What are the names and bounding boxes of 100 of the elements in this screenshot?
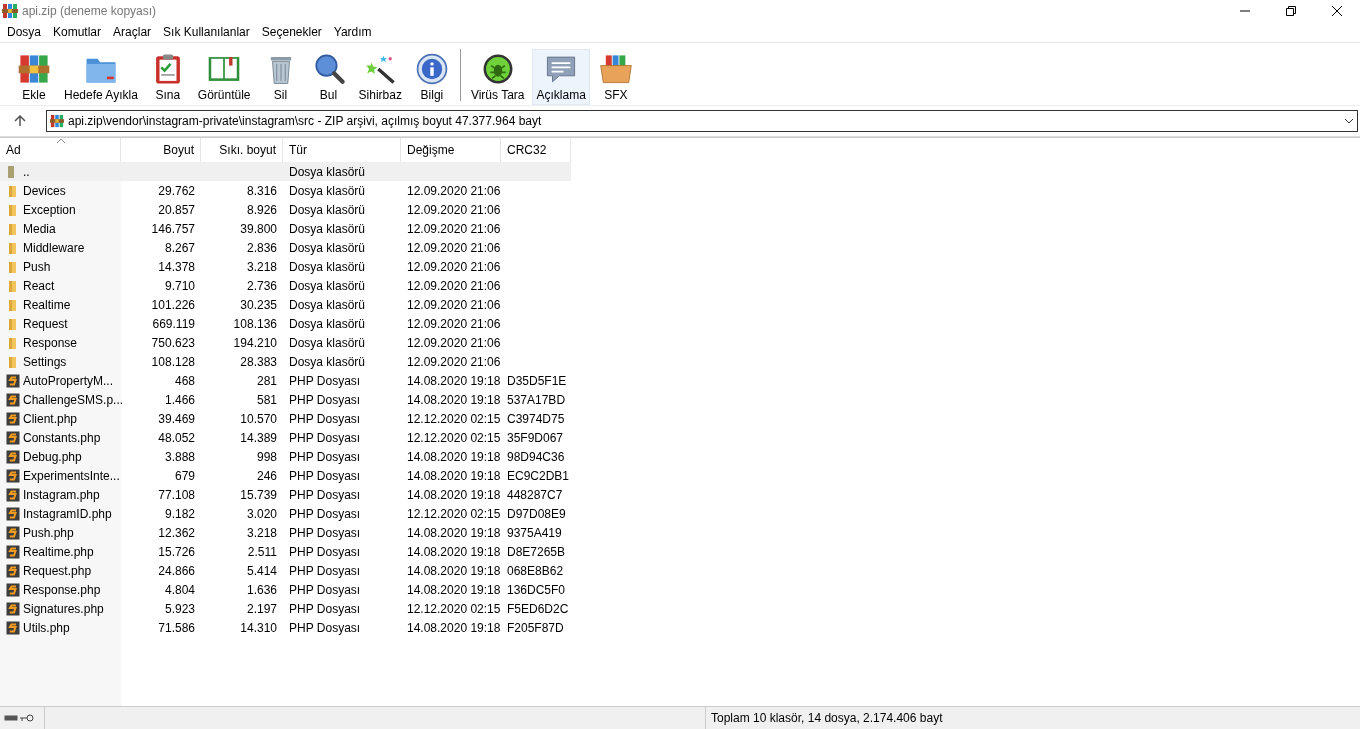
file-row[interactable]: Request 669.119 108.136 Dosya klasörü 12.09.2020 21:06 [0,314,571,333]
sort-icon [56,138,66,144]
table-cell: 14.378 [158,259,195,274]
file-row[interactable]: Response 750.623 194.210 Dosya klasörü 12.09.2020 21:06 [0,333,571,352]
toolbar-button[interactable]: Açıklama [532,49,590,105]
table-cell: 448287C7 [507,487,563,502]
file-row[interactable]: Debug.php 3.888 998 PHP Dosyası 14.08.2020 19:18 98D94C36 [0,447,571,466]
table-cell: 12.12.2020 02:15 [407,506,501,521]
toolbar-button[interactable]: Virüs Tara [466,49,529,105]
file-row[interactable]: Realtime.php 15.726 2.511 PHP Dosyası 14.08.2020 19:18 D8E7265B [0,542,571,561]
file-row[interactable]: ChallengeSMS.p... 1.466 581 PHP Dosyası 14.08.2020 19:18 537A17BD [0,390,571,409]
table-cell: PHP Dosyası [289,392,361,407]
toolbar-button[interactable]: Bilgi [409,49,454,105]
php-file-icon [6,620,20,635]
file-row[interactable]: Utils.php 71.586 14.310 PHP Dosyası 14.08.2020 19:18 F205F87D [0,618,571,637]
table-cell: 281 [256,373,277,388]
file-name: Realtime [23,297,71,312]
table-cell: 9.710 [164,278,195,293]
menu-item[interactable]: Araçlar [108,25,159,39]
php-file-icon [6,506,20,521]
file-name: Settings [23,354,67,369]
table-cell: PHP Dosyası [289,411,361,426]
php-file-icon [6,468,20,483]
file-row[interactable]: React 9.710 2.736 Dosya klasörü 12.09.2020 21:06 [0,276,571,295]
table-cell: Dosya klasörü [289,221,366,236]
file-row[interactable]: Devices 29.762 8.316 Dosya klasörü 12.09.2020 21:06 [0,181,571,200]
menu-item[interactable]: Seçenekler [256,25,329,39]
toolbar-button[interactable]: Ekle [12,49,56,105]
toolbar-button[interactable]: Bul [306,49,351,105]
file-row[interactable]: ExperimentsInte... 679 246 PHP Dosyası 14.08.2020 19:18 EC9C2DB1 [0,466,571,485]
status-text: Toplam 10 klasör, 14 dosya, 2.174.406 bayt [710,711,943,725]
table-cell: F205F87D [507,620,564,635]
file-row[interactable]: Settings 108.128 28.383 Dosya klasörü 12.09.2020 21:06 [0,352,571,371]
table-cell: 669.119 [152,316,195,331]
table-cell: 108.136 [233,316,277,331]
table-cell: 750.623 [151,335,195,350]
table-cell: 30.235 [240,297,277,312]
table-cell: 3.020 [246,506,277,521]
file-row[interactable]: Client.php 39.469 10.570 PHP Dosyası 12.12.2020 02:15 C3974D75 [0,409,571,428]
menu-item[interactable]: Dosya [2,25,48,39]
file-row[interactable]: Signatures.php 5.923 2.197 PHP Dosyası 12.12.2020 02:15 F5ED6D2C [0,599,571,618]
file-row[interactable]: AutoPropertyM... 468 281 PHP Dosyası 14.08.2020 19:18 D35D5F1E [0,371,571,390]
books-icon [16,52,52,86]
table-cell: 15.726 [158,544,195,559]
table-cell: Dosya klasörü [289,183,366,198]
file-row[interactable]: Realtime 101.226 30.235 Dosya klasörü 12.09.2020 21:06 [0,295,571,314]
php-file-icon [6,411,20,426]
toolbar-button[interactable]: Sihirbaz [354,49,406,105]
table-cell: Dosya klasörü [289,316,366,331]
column-header[interactable]: Ad [0,138,121,162]
table-cell: 12.09.2020 21:06 [407,221,501,236]
table-cell: PHP Dosyası [289,468,361,483]
toolbar-button[interactable]: Sına [145,49,190,105]
window-title: api.zip (deneme kopyası) [22,4,158,18]
table-cell: 14.08.2020 19:18 [407,449,501,464]
restore-icon [1286,6,1296,16]
table-cell: Dosya klasörü [289,202,366,217]
table-cell: 14.08.2020 19:18 [407,620,501,635]
address-field[interactable]: api.zip\vendor\instagram-private\instagram\src - ZIP arşivi, açılmış boyut 47.377.964 bayt [46,110,1358,132]
toolbar-button[interactable]: Hedefe Ayıkla [60,49,142,105]
menu-item[interactable]: Komutlar [48,25,109,39]
file-name: Debug.php [23,449,82,464]
table-cell: 29.762 [158,183,195,198]
table-cell: 20.857 [158,202,195,217]
table-cell: PHP Dosyası [289,544,361,559]
file-row[interactable]: Middleware 8.267 2.836 Dosya klasörü 12.09.2020 21:06 [0,238,571,257]
php-file-icon [6,373,20,388]
table-cell: 9375A419 [507,525,562,540]
table-cell: PHP Dosyası [289,563,361,578]
table-cell: 14.08.2020 19:18 [407,487,501,502]
toolbar-button[interactable]: Görüntüle [193,49,255,105]
file-row[interactable]: .. Dosya klasörü [0,162,571,181]
file-name: .. [23,164,30,179]
table-cell: 246 [256,468,277,483]
file-row[interactable]: Push.php 12.362 3.218 PHP Dosyası 14.08.2020 19:18 9375A419 [0,523,571,542]
php-file-icon [6,430,20,445]
table-cell: PHP Dosyası [289,487,361,502]
file-row[interactable]: Media 146.757 39.800 Dosya klasörü 12.09.2020 21:06 [0,219,571,238]
table-cell: 12.09.2020 21:06 [407,316,501,331]
toolbar-button[interactable]: SFX [593,49,638,105]
file-row[interactable]: InstagramID.php 9.182 3.020 PHP Dosyası 12.12.2020 02:15 D97D08E9 [0,504,571,523]
table-cell: Dosya klasörü [289,297,366,312]
file-row[interactable]: Response.php 4.804 1.636 PHP Dosyası 14.08.2020 19:18 136DC5F0 [0,580,571,599]
file-name: Push [23,259,51,274]
table-cell: 14.08.2020 19:18 [407,525,501,540]
file-row[interactable]: Exception 20.857 8.926 Dosya klasörü 12.09.2020 21:06 [0,200,571,219]
file-row[interactable]: Constants.php 48.052 14.389 PHP Dosyası 12.12.2020 02:15 35F9D067 [0,428,571,447]
table-cell: 5.414 [246,563,277,578]
menu-item[interactable]: Sık Kullanılanlar [158,25,257,39]
menu-item[interactable]: Yardım [328,25,379,39]
file-row[interactable]: Request.php 24.866 5.414 PHP Dosyası 14.08.2020 19:18 068E8B62 [0,561,571,580]
table-cell: 12.09.2020 21:06 [407,354,501,369]
file-name: AutoPropertyM... [23,373,114,388]
file-row[interactable]: Push 14.378 3.218 Dosya klasörü 12.09.2020 21:06 [0,257,571,276]
file-name: Response.php [23,582,101,597]
toolbar-button[interactable]: Sil [258,49,303,105]
table-cell: PHP Dosyası [289,430,361,445]
table-cell: 71.586 [158,620,195,635]
file-row[interactable]: Instagram.php 77.108 15.739 PHP Dosyası 14.08.2020 19:18 448287C7 [0,485,571,504]
table-cell: 2.736 [246,278,277,293]
